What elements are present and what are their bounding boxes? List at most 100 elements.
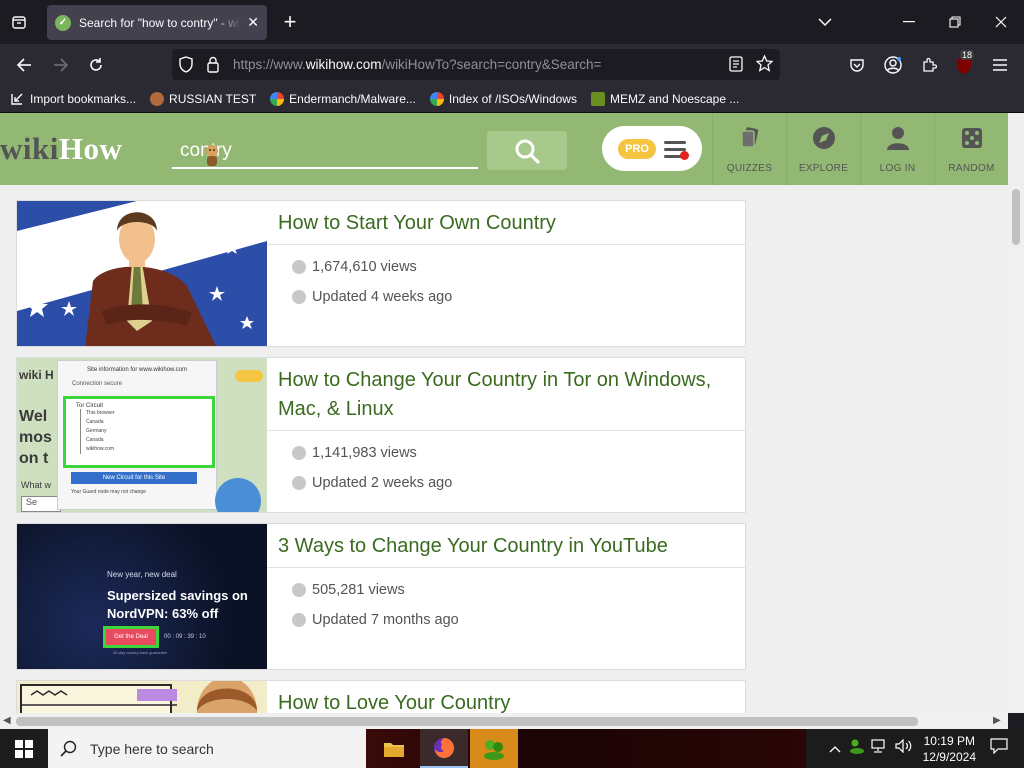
notification-dot xyxy=(680,151,689,160)
navigation-toolbar: https://www.wikihow.com/wikiHowTo?search… xyxy=(0,44,1024,85)
vertical-scrollbar-thumb[interactable] xyxy=(1012,189,1020,245)
bookmark-star-icon[interactable] xyxy=(755,54,774,77)
cursor-mascot-icon xyxy=(202,143,222,167)
firefox-icon xyxy=(434,737,454,758)
url-text: https://www.wikihow.com/wikiHowTo?search… xyxy=(233,57,602,72)
result-title-link[interactable]: How to Start Your Own Country xyxy=(278,209,738,238)
folder-icon xyxy=(384,742,404,757)
memz-favicon-icon xyxy=(590,91,605,106)
clock[interactable]: 10:19 PM 12/9/2024 xyxy=(923,733,976,765)
search-icon xyxy=(60,740,77,757)
green-app-button[interactable] xyxy=(470,729,518,768)
notifications-icon[interactable] xyxy=(990,738,1008,759)
close-window-icon[interactable] xyxy=(990,12,1012,32)
bookmark-index-isos[interactable]: Index of /ISOs/Windows xyxy=(429,91,577,106)
result-title-link[interactable]: 3 Ways to Change Your Country in YouTube xyxy=(278,532,738,561)
lock-icon[interactable] xyxy=(206,56,220,78)
horizontal-scrollbar[interactable]: ◀ ▶ xyxy=(0,713,1008,729)
horizontal-scrollbar-thumb[interactable] xyxy=(16,717,918,726)
updated-date: Updated 7 months ago xyxy=(292,612,459,628)
view-count: 505,281 views xyxy=(292,582,405,598)
windows-taskbar: Type here to search 10:19 PM 12/9/2024 xyxy=(0,729,1024,768)
thumb-toggle xyxy=(235,370,263,382)
eye-icon xyxy=(292,260,306,274)
divider xyxy=(267,567,745,568)
vertical-scrollbar[interactable] xyxy=(1008,185,1024,713)
back-icon[interactable] xyxy=(13,54,35,76)
browser-tab[interactable]: ✓ Search for "how to contry" - wikiHow ✕ xyxy=(47,5,267,40)
list-all-tabs-icon[interactable] xyxy=(815,12,835,32)
nav-log-in[interactable]: LOG IN xyxy=(860,113,934,185)
people-app-icon xyxy=(484,739,504,760)
thumb-bg-text: Wel mos on t xyxy=(19,408,52,467)
wikihow-favicon-icon: ✓ xyxy=(55,14,71,31)
volume-icon[interactable] xyxy=(895,738,913,758)
russian-test-favicon-icon xyxy=(150,91,165,106)
nav-explore[interactable]: EXPLORE xyxy=(786,113,860,185)
thumb-logo: wiki H xyxy=(19,368,54,382)
result-card[interactable]: New year, new deal Supersized savings on… xyxy=(16,523,746,670)
bookmark-memz[interactable]: MEMZ and Noescape ... xyxy=(590,91,739,106)
scroll-left-icon[interactable]: ◀ xyxy=(3,715,11,726)
pro-menu-button[interactable]: PRO xyxy=(602,126,702,171)
bookmark-import[interactable]: Import bookmarks... xyxy=(10,92,136,106)
tab-manager-icon[interactable] xyxy=(8,12,30,32)
result-thumbnail[interactable] xyxy=(17,201,267,346)
clock-icon xyxy=(292,476,306,490)
eye-icon xyxy=(292,583,306,597)
extensions-icon[interactable] xyxy=(918,54,940,76)
updated-date: Updated 4 weeks ago xyxy=(292,289,452,305)
file-explorer-button[interactable] xyxy=(370,729,418,768)
tab-bar: ✓ Search for "how to contry" - wikiHow ✕… xyxy=(0,0,1024,44)
new-circuit-button: New Circuit for this Site xyxy=(71,472,197,484)
network-icon[interactable] xyxy=(871,739,889,758)
nav-quizzes[interactable]: QUIZZES xyxy=(712,113,786,185)
reader-view-icon[interactable] xyxy=(729,56,743,77)
result-title-link[interactable]: How to Love Your Country xyxy=(278,689,738,713)
quiz-icon xyxy=(737,125,763,151)
wikihow-logo[interactable]: wikiHow xyxy=(0,131,122,167)
result-thumbnail[interactable]: New year, new deal Supersized savings on… xyxy=(17,524,267,669)
forward-icon[interactable] xyxy=(50,54,72,76)
minimize-icon[interactable] xyxy=(898,12,920,32)
result-card[interactable]: How to Start Your Own Country 1,674,610 … xyxy=(16,200,746,347)
show-hidden-icons-chevron[interactable] xyxy=(829,740,841,758)
search-field[interactable]: contry xyxy=(172,135,478,169)
tor-circuit-highlight: Tor Circuit This browser Canada Germany … xyxy=(63,396,215,468)
menu-hamburger-icon[interactable] xyxy=(989,54,1011,76)
new-tab-button[interactable]: + xyxy=(278,9,302,34)
bookmark-endermanch[interactable]: Endermanch/Malware... xyxy=(270,91,416,106)
result-card[interactable]: How to Love Your Country xyxy=(16,680,746,713)
divider xyxy=(267,430,745,431)
web-page: wikiHow contry PRO QUIZZES EXPLORE LOG I… xyxy=(0,113,1024,713)
reload-icon[interactable] xyxy=(85,54,107,76)
close-tab-icon[interactable]: ✕ xyxy=(247,14,259,31)
dice-icon xyxy=(959,125,985,151)
result-thumbnail[interactable] xyxy=(17,681,267,713)
bookmark-russian-test[interactable]: RUSSIAN TEST xyxy=(150,91,256,106)
search-icon xyxy=(515,139,540,164)
ad-line-3: NordVPN: 63% off xyxy=(107,606,219,621)
result-card[interactable]: wiki H Wel mos on t What w Se Site infor… xyxy=(16,357,746,513)
clock-icon xyxy=(292,290,306,304)
search-button[interactable] xyxy=(487,131,567,170)
pocket-icon[interactable] xyxy=(846,54,868,76)
start-button[interactable] xyxy=(0,729,48,768)
countdown-timer: 00 : 09 : 39 : 10 xyxy=(164,634,206,640)
result-thumbnail[interactable]: wiki H Wel mos on t What w Se Site infor… xyxy=(17,358,267,512)
tray-app-icon[interactable] xyxy=(849,738,865,759)
result-title-link[interactable]: How to Change Your Country in Tor on Win… xyxy=(278,366,738,424)
ublock-extension-icon[interactable]: 18 xyxy=(952,50,976,78)
address-bar[interactable]: https://www.wikihow.com/wikiHowTo?search… xyxy=(172,49,780,80)
taskbar-search-box[interactable]: Type here to search xyxy=(48,729,366,768)
pro-badge: PRO xyxy=(618,139,656,159)
scroll-right-icon[interactable]: ▶ xyxy=(993,715,1001,726)
firefox-button[interactable] xyxy=(420,729,468,768)
get-deal-button: Get the Deal xyxy=(103,626,159,648)
google-favicon-icon xyxy=(429,91,444,106)
divider xyxy=(267,244,745,245)
nav-random[interactable]: RANDOM xyxy=(934,113,1008,185)
restore-icon[interactable] xyxy=(944,12,966,32)
account-icon[interactable] xyxy=(882,54,904,76)
tracking-protection-shield-icon[interactable] xyxy=(178,56,194,78)
